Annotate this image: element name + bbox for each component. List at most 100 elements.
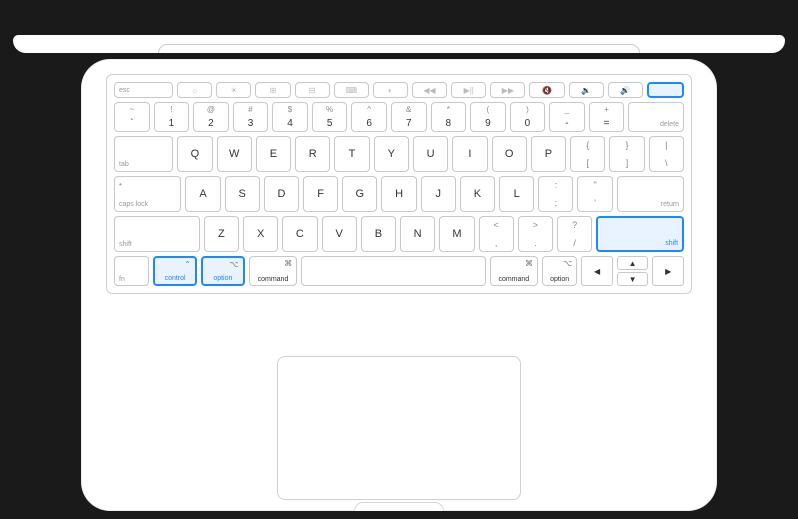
key-l[interactable]: L [499, 176, 534, 212]
key-fn[interactable]: fn [114, 256, 149, 286]
key-f11[interactable]: 🔉 [569, 82, 604, 98]
key-option-right[interactable]: ⌥option [542, 256, 577, 286]
key-o[interactable]: O [492, 136, 527, 172]
key-shift-right[interactable]: shift [596, 216, 684, 252]
key-s[interactable]: S [225, 176, 260, 212]
key-8[interactable]: *8 [431, 102, 467, 132]
key-arrow-down[interactable]: ▼ [617, 272, 649, 286]
macbook-deck: esc ☼ ☀ ⊞ ⊟ ⌨ ◐ ◀◀ ▶|| ▶▶ 🔇 🔉 🔊 ~` !1 @2… [82, 60, 716, 510]
hinge-cutout [158, 44, 640, 53]
key-control-left[interactable]: ⌃control [153, 256, 197, 286]
key-shift-left[interactable]: shift [114, 216, 200, 252]
brightness-down-icon: ☼ [191, 86, 198, 95]
key-i[interactable]: I [452, 136, 487, 172]
key-7[interactable]: &7 [391, 102, 427, 132]
key-5[interactable]: %5 [312, 102, 348, 132]
arrow-right-icon: ▶ [665, 267, 671, 276]
row-function: esc ☼ ☀ ⊞ ⊟ ⌨ ◐ ◀◀ ▶|| ▶▶ 🔇 🔉 🔊 [114, 82, 684, 98]
key-return[interactable]: return [617, 176, 684, 212]
key-command-right[interactable]: ⌘command [490, 256, 538, 286]
key-g[interactable]: G [342, 176, 377, 212]
key-x[interactable]: X [243, 216, 278, 252]
volume-up-icon: 🔊 [620, 86, 630, 95]
key-semicolon[interactable]: :; [538, 176, 573, 212]
key-esc[interactable]: esc [114, 82, 173, 98]
key-h[interactable]: H [381, 176, 416, 212]
key-backtick[interactable]: ~` [114, 102, 150, 132]
key-f3[interactable]: ⊞ [255, 82, 290, 98]
key-1[interactable]: !1 [154, 102, 190, 132]
key-j[interactable]: J [421, 176, 456, 212]
key-w[interactable]: W [217, 136, 252, 172]
row-zxcv: shift Z X C V B N M <, >. ?/ shift [114, 216, 684, 252]
row-qwerty: tab Q W E R T Y U I O P {[ }] |\ [114, 136, 684, 172]
key-f4[interactable]: ⊟ [295, 82, 330, 98]
key-b[interactable]: B [361, 216, 396, 252]
key-z[interactable]: Z [204, 216, 239, 252]
key-option-left[interactable]: ⌥option [201, 256, 245, 286]
key-c[interactable]: C [282, 216, 317, 252]
key-power[interactable] [647, 82, 684, 98]
key-arrow-right[interactable]: ▶ [652, 256, 684, 286]
key-k[interactable]: K [460, 176, 495, 212]
key-command-left[interactable]: ⌘command [249, 256, 297, 286]
key-backslash[interactable]: |\ [649, 136, 684, 172]
key-f2[interactable]: ☀ [216, 82, 251, 98]
key-4[interactable]: $4 [272, 102, 308, 132]
key-minus[interactable]: _- [549, 102, 585, 132]
key-r[interactable]: R [295, 136, 330, 172]
mute-icon: 🔇 [542, 86, 552, 95]
trackpad[interactable] [277, 356, 521, 500]
key-f5[interactable]: ⌨ [334, 82, 369, 98]
key-0[interactable]: )0 [510, 102, 546, 132]
key-f6[interactable]: ◐ [373, 82, 408, 98]
key-label: esc [119, 87, 130, 94]
key-comma[interactable]: <, [479, 216, 514, 252]
key-6[interactable]: ^6 [351, 102, 387, 132]
key-equals[interactable]: += [589, 102, 625, 132]
key-f12[interactable]: 🔊 [608, 82, 643, 98]
key-d[interactable]: D [264, 176, 299, 212]
key-caps-lock[interactable]: caps lock [114, 176, 181, 212]
key-2[interactable]: @2 [193, 102, 229, 132]
key-bracket-left[interactable]: {[ [570, 136, 605, 172]
forward-icon: ▶▶ [502, 86, 514, 95]
key-e[interactable]: E [256, 136, 291, 172]
key-period[interactable]: >. [518, 216, 553, 252]
key-m[interactable]: M [439, 216, 474, 252]
key-tab[interactable]: tab [114, 136, 173, 172]
arrow-down-icon: ▼ [629, 275, 637, 284]
key-f9[interactable]: ▶▶ [490, 82, 525, 98]
key-arrow-up[interactable]: ▲ [617, 256, 649, 270]
keyboard: esc ☼ ☀ ⊞ ⊟ ⌨ ◐ ◀◀ ▶|| ▶▶ 🔇 🔉 🔊 ~` !1 @2… [106, 74, 692, 294]
key-n[interactable]: N [400, 216, 435, 252]
key-slash[interactable]: ?/ [557, 216, 592, 252]
key-delete[interactable]: delete [628, 102, 684, 132]
key-quote[interactable]: "' [577, 176, 612, 212]
key-u[interactable]: U [413, 136, 448, 172]
key-v[interactable]: V [322, 216, 357, 252]
key-y[interactable]: Y [374, 136, 409, 172]
arrow-up-icon: ▲ [629, 259, 637, 268]
keyboard-bright-icon: ◐ [388, 86, 393, 95]
volume-down-icon: 🔉 [581, 86, 591, 95]
key-t[interactable]: T [334, 136, 369, 172]
key-spacebar[interactable] [301, 256, 485, 286]
mission-control-icon: ⊞ [270, 86, 277, 95]
key-arrow-left[interactable]: ◀ [581, 256, 613, 286]
key-f8[interactable]: ▶|| [451, 82, 486, 98]
control-icon: ⌃ [184, 260, 191, 269]
front-notch [354, 502, 444, 511]
key-q[interactable]: Q [177, 136, 212, 172]
key-f[interactable]: F [303, 176, 338, 212]
key-9[interactable]: (9 [470, 102, 506, 132]
key-a[interactable]: A [185, 176, 220, 212]
key-f7[interactable]: ◀◀ [412, 82, 447, 98]
key-bracket-right[interactable]: }] [609, 136, 644, 172]
key-p[interactable]: P [531, 136, 566, 172]
key-3[interactable]: #3 [233, 102, 269, 132]
key-f10[interactable]: 🔇 [529, 82, 564, 98]
arrow-cluster: ◀ ▲ ▼ ▶ [581, 256, 684, 286]
key-f1[interactable]: ☼ [177, 82, 212, 98]
row-numbers: ~` !1 @2 #3 $4 %5 ^6 &7 *8 (9 )0 _- += d… [114, 102, 684, 132]
